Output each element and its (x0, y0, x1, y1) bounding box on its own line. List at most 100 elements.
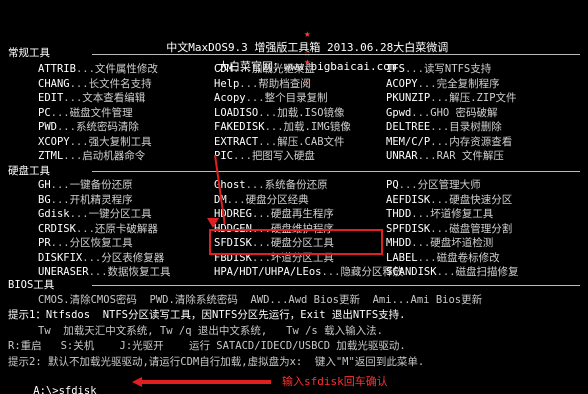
tool-item-unrar[interactable]: UNRAR...RAR 文件解压 (386, 149, 504, 163)
dot-leader: ... (232, 150, 252, 162)
tool-item-pkunzip[interactable]: PKUNZIP...解压.ZIP文件 (386, 91, 517, 105)
tool-description: 还原卡破解器 (94, 222, 158, 235)
dot-leader: ... (264, 121, 284, 133)
tool-item-edit[interactable]: EDIT...文本查看编辑 (38, 91, 145, 105)
tool-command: Acopy (214, 92, 246, 104)
tool-item-ztml[interactable]: ZTML...启动机器命令 (38, 149, 145, 163)
tool-item-hpa-hdt-uhpa-leos[interactable]: HPA/HDT/UHPA/LEos...隐藏分区释放 (214, 265, 403, 279)
section-bios-label: BIOS工具 (8, 279, 55, 291)
tool-item-pic[interactable]: PIC...把图写入硬盘 (214, 149, 315, 163)
tool-description: 开机精灵程序 (69, 193, 133, 206)
tool-item-loadiso[interactable]: LOADISO...加载.ISO镜像 (214, 106, 345, 120)
tool-item-bg[interactable]: BG...开机精灵程序 (38, 193, 133, 207)
tool-description: 启动机器命令 (82, 150, 146, 162)
dot-leader: ... (436, 266, 456, 278)
dot-leader: ... (411, 208, 431, 220)
tool-item-crdisk[interactable]: CRDISK...还原卡破解器 (38, 222, 158, 236)
tool-command: Gpwd (386, 106, 412, 119)
tool-command: FAKEDISK (214, 121, 265, 133)
dot-leader: ... (404, 63, 424, 75)
tool-command: HPA/HDT/UHPA/LEos (214, 266, 322, 278)
tool-item-dm[interactable]: DM...硬盘分区经典 (214, 193, 309, 207)
tool-item-xcopy[interactable]: XCOPY...强大复制工具 (38, 135, 152, 149)
tool-item-gh[interactable]: GH...一键备份还原 (38, 178, 133, 192)
tool-description: 强大复制工具 (88, 135, 152, 148)
command-prompt[interactable]: A:\>sfdisk (8, 370, 105, 394)
tool-item-deltree[interactable]: DELTREE...目录树删除 (386, 120, 502, 134)
tool-command: SPFDISK (386, 222, 431, 235)
tool-command: IFS (386, 63, 405, 75)
dot-leader: ... (50, 106, 70, 119)
dot-leader: ... (50, 193, 70, 206)
tool-command: PC (38, 106, 51, 119)
tool-item-acopy[interactable]: ACOPY...完全复制程序 (386, 77, 500, 91)
tool-item-ifs[interactable]: IFS...读写NTFS支持 (386, 62, 491, 76)
tool-item-attrib[interactable]: ATTRIB...文件属性修改 (38, 62, 158, 76)
dot-leader: ... (239, 77, 259, 90)
bios-tools-line[interactable]: CMOS.清除CMOS密码 PWD.清除系统密码 AWD...Awd Bios更… (38, 293, 482, 307)
hint1-line: 提示1：Ntfsdos NTFS分区读写工具，因NTFS分区先运行，Exit 退… (8, 309, 406, 321)
tool-item-uneraser[interactable]: UNERASER...数据恢复工具 (38, 265, 171, 279)
tool-command: CRDISK (38, 222, 76, 235)
tool-command: EXTRACT (214, 135, 259, 148)
tool-command: Help (214, 77, 240, 90)
tool-description: 目录树删除 (449, 121, 502, 133)
tool-item-cdm[interactable]: CDM...加载光驱某盘 (214, 62, 315, 76)
tool-item-thdd[interactable]: THDD...坏道修复工具 (386, 207, 493, 221)
tool-item-mem-c-p[interactable]: MEM/C/P...内存资源查看 (386, 135, 512, 149)
dot-leader: ... (88, 266, 108, 278)
tool-item-aefdisk[interactable]: AEFDISK...硬盘快速分区 (386, 193, 512, 207)
tool-command: MEM/C/P (386, 135, 431, 148)
hint1c-line: R:重启 S:关机 J:光驱开 运行 SATACD/IDECD/USBCD 加载… (8, 340, 406, 352)
tool-item-help[interactable]: Help...帮助档查阅 (214, 77, 311, 91)
tool-item-pc[interactable]: PC...磁盘文件管理 (38, 106, 133, 120)
dot-leader: ... (232, 63, 252, 75)
tool-item-chang[interactable]: CHANG...长文件名支持 (38, 77, 152, 91)
tool-item-label[interactable]: LABEL...磁盘卷标修改 (386, 251, 500, 265)
dot-leader: ... (430, 92, 450, 104)
tool-description: 加载光驱某盘 (251, 63, 315, 75)
tool-command: LABEL (386, 251, 418, 264)
tool-command: BG (38, 193, 51, 206)
tool-item-scandisk[interactable]: SCANDISK...磁盘扫描修复 (386, 265, 519, 279)
tool-command: SCANDISK (386, 266, 437, 278)
tool-item-mhdd[interactable]: MHDD...硬盘坏道检测 (386, 236, 493, 250)
dot-leader: ... (50, 179, 70, 191)
tool-item-hddreg[interactable]: HDDREG...硬盘再生程序 (214, 207, 334, 221)
command-input[interactable]: A:\>sfdisk (33, 385, 96, 394)
dot-leader: ... (56, 121, 76, 133)
tool-item-acopy[interactable]: Acopy...整个目录复制 (214, 91, 328, 105)
tool-command: CHANG (38, 77, 70, 90)
tool-item-pr[interactable]: PR...分区恢复工具 (38, 236, 133, 250)
tool-item-pwd[interactable]: PWD...系统密码清除 (38, 120, 139, 134)
tool-description: 一键备份还原 (69, 179, 133, 191)
dot-leader: ... (245, 179, 265, 191)
tool-description: 长文件名支持 (88, 77, 152, 90)
tool-command: Gdisk (38, 208, 70, 220)
tool-description: 加载.ISO镜像 (277, 106, 345, 119)
tool-description: 系统备份还原 (264, 179, 328, 191)
tool-item-spfdisk[interactable]: SPFDISK...磁盘管理分割 (386, 222, 512, 236)
tool-description: 帮助档查阅 (258, 77, 311, 90)
tool-description: RAR 文件解压 (436, 150, 504, 162)
dot-leader: ... (50, 237, 70, 249)
tool-item-ghost[interactable]: Ghost...系统备份还原 (214, 178, 328, 192)
tool-description: 硬盘坏道检测 (430, 237, 494, 249)
tool-description: 把图写入硬盘 (251, 150, 315, 162)
tool-description: 硬盘再生程序 (270, 208, 334, 220)
tool-command: UNRAR (386, 150, 418, 162)
tool-item-extract[interactable]: EXTRACT...解压.CAB文件 (214, 135, 345, 149)
tool-description: 坏道修复工具 (430, 208, 494, 220)
tool-description: 系统密码清除 (75, 121, 139, 133)
tool-description: 解压.CAB文件 (277, 135, 345, 148)
tool-item-diskfix[interactable]: DISKFIX...分区表修复器 (38, 251, 164, 265)
tool-item-gdisk[interactable]: Gdisk...一键分区工具 (38, 207, 152, 221)
tool-command: XCOPY (38, 135, 70, 148)
tool-command: CDM (214, 63, 233, 75)
tool-description: 磁盘扫描修复 (455, 266, 519, 278)
tool-description: 磁盘文件管理 (69, 106, 133, 119)
tool-item-fakedisk[interactable]: FAKEDISK...加载.IMG镜像 (214, 120, 351, 134)
tool-item-gpwd[interactable]: Gpwd...GHO 密码破解 (386, 106, 498, 120)
tool-item-pq[interactable]: PQ...分区管理大师 (386, 178, 481, 192)
dot-leader: ... (258, 106, 278, 119)
